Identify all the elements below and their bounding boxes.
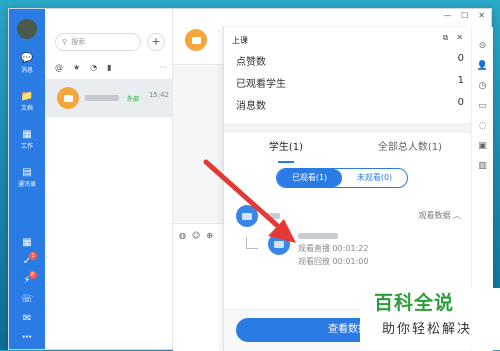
nav-work-label: 工作	[20, 142, 33, 150]
nav-docs-label: 文档	[20, 104, 33, 112]
chat-header	[173, 9, 223, 65]
popout-icon[interactable]: ⧉	[443, 33, 449, 43]
student-row: 观看直播 00:01:22 观看回放 00:01:00	[268, 233, 368, 267]
contacts-icon: ▤	[22, 166, 32, 178]
watermark-title: 百科全说	[374, 292, 455, 314]
panel-controls: ⧉ ✕	[443, 33, 463, 43]
replay-watch-time: 观看回放 00:01:00	[298, 257, 369, 266]
watermark: 百科全说 助你轻松解决	[360, 288, 500, 350]
history-icon[interactable]: ◷	[479, 81, 487, 91]
mail-icon[interactable]: ✉	[23, 313, 31, 324]
star-filter-icon[interactable]: ★	[73, 63, 80, 72]
watermark-subtitle: 助你轻松解决	[382, 322, 473, 337]
phone-icon[interactable]: ☏	[21, 294, 34, 305]
student-avatar	[268, 233, 290, 255]
audience-tabs: 学生(1) 全部总人数(1)	[224, 133, 472, 165]
live-watch-time: 观看直播 00:01:22	[298, 244, 369, 253]
list-item[interactable]: 外部 15:42	[45, 79, 173, 117]
chat-icon: 💬	[20, 52, 34, 64]
unwatched-segment[interactable]: 未观看(0)	[342, 169, 407, 187]
attach-icon[interactable]: ⊕	[206, 231, 213, 240]
feedback-icon[interactable]: ▣	[478, 141, 487, 151]
calendar-icon[interactable]: ▦	[22, 237, 31, 248]
chat-area: ◍ ☺ ⊕	[173, 9, 223, 351]
minimize-icon[interactable]: —	[443, 11, 451, 20]
more-icon[interactable]: ⋯	[22, 332, 32, 343]
filter-bar: @ ★ ◔ ▮ ···	[55, 63, 167, 72]
stat-messages: 消息数 0	[236, 97, 464, 112]
nav-contacts[interactable]: ▤ 通讯录	[9, 163, 45, 191]
stat-likes: 点赞数 0	[236, 53, 464, 68]
nav-contacts-label: 通讯录	[17, 180, 36, 188]
search-placeholder: 搜索	[71, 38, 86, 46]
doc-filter-icon[interactable]: ▮	[107, 63, 111, 72]
files-icon[interactable]: ▭	[478, 101, 487, 111]
todo-badge: 1	[29, 252, 38, 260]
folder-icon: 📁	[20, 90, 34, 102]
user-avatar[interactable]	[17, 19, 37, 39]
filter-more-icon[interactable]: ···	[159, 63, 167, 72]
calendar-tool-icon[interactable]: ▥	[478, 161, 487, 171]
watched-segment[interactable]: 已观看(1)	[277, 169, 342, 187]
section-divider	[224, 123, 472, 133]
conversation-time: 15:42	[148, 91, 169, 99]
conversation-avatar	[57, 87, 79, 109]
tab-total[interactable]: 全部总人数(1)	[348, 133, 472, 165]
search-chat-icon[interactable]: ◌	[479, 121, 487, 131]
nav-rail: 💬 消息 📁 文档 ▦ 工作 ▤ 通讯录 ▦ ✓ 1 ⚡ 8 ☏ ✉ ⋯	[9, 9, 45, 349]
panel-close-icon[interactable]: ✕	[456, 33, 463, 43]
recent-filter-icon[interactable]: ◔	[90, 63, 97, 72]
search-input[interactable]: ⚲ 搜索	[55, 33, 141, 51]
view-data-toggle[interactable]: 观看数据 ︿	[418, 210, 461, 221]
close-icon[interactable]: ✕	[478, 11, 485, 20]
nav-work[interactable]: ▦ 工作	[9, 125, 45, 153]
tree-connector	[246, 237, 258, 249]
conversation-name-redacted	[85, 95, 119, 101]
nav-messages-label: 消息	[20, 66, 33, 74]
emoji-icon[interactable]: ☺	[192, 231, 200, 240]
todo-icon[interactable]: ✓ 1	[23, 252, 38, 267]
chat-toolbar: ◍ ☺ ⊕	[179, 231, 213, 240]
add-button[interactable]: +	[147, 33, 165, 51]
student-info: 观看直播 00:01:22 观看回放 00:01:00	[298, 233, 368, 267]
flash-icon[interactable]: ⚡ 8	[23, 271, 37, 286]
chat-avatar	[185, 29, 207, 51]
window-controls: — ☐ ✕	[443, 11, 485, 20]
student-name-redacted	[298, 233, 338, 239]
search-icon: ⚲	[62, 38, 68, 46]
add-member-icon[interactable]: 👤	[477, 61, 488, 71]
watch-status-toggle: 已观看(1) 未观看(0)	[276, 168, 408, 188]
group-avatar	[236, 205, 258, 227]
mention-filter-icon[interactable]: @	[55, 63, 63, 72]
class-group-row	[236, 205, 280, 227]
chat-input[interactable]	[173, 223, 223, 351]
external-tag: 外部	[125, 93, 142, 103]
minus-circle-icon[interactable]: ⊝	[479, 41, 487, 51]
apps-icon: ▦	[22, 128, 32, 140]
stat-watched: 已观看学生 1	[236, 75, 464, 90]
maximize-icon[interactable]: ☐	[461, 11, 468, 20]
nav-messages[interactable]: 💬 消息	[9, 49, 45, 77]
group-name-redacted	[266, 213, 280, 219]
flash-badge: 8	[28, 271, 37, 279]
nav-docs[interactable]: 📁 文档	[9, 87, 45, 115]
tab-students[interactable]: 学生(1)	[224, 133, 348, 165]
gif-icon[interactable]: ◍	[179, 231, 186, 240]
nav-bottom-tools: ▦ ✓ 1 ⚡ 8 ☏ ✉ ⋯	[9, 237, 45, 343]
panel-title: 上课	[232, 36, 248, 45]
conversation-list: ⚲ 搜索 + @ ★ ◔ ▮ ··· 外部 15:42	[45, 9, 173, 349]
